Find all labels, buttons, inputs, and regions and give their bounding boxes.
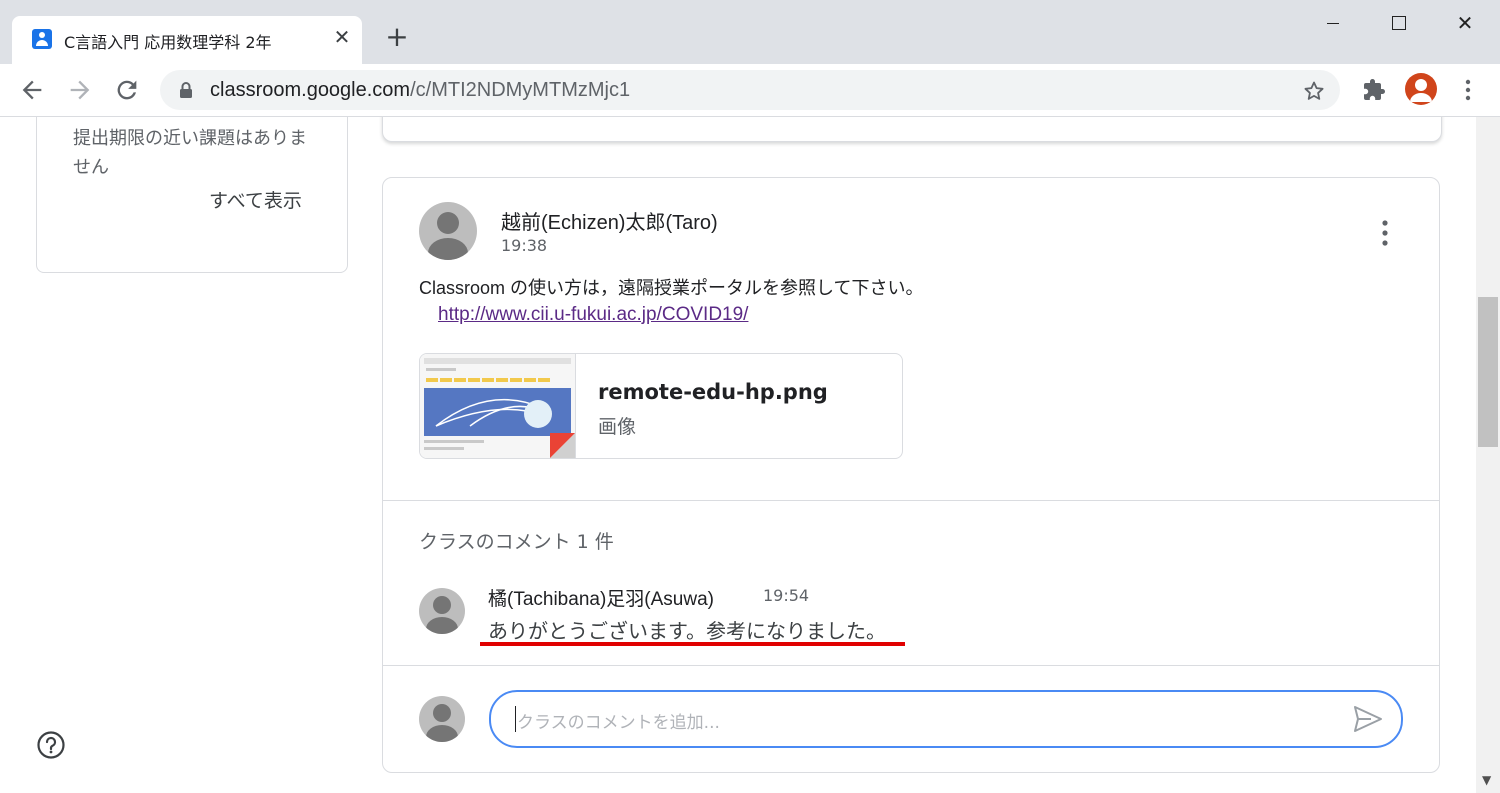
no-upcoming-message: 提出期限の近い課題はありません [73, 128, 307, 178]
attachment-type: 画像 [598, 416, 637, 438]
tab-title: C言語入門 応用数理学科 2年 [64, 33, 272, 52]
profile-avatar-icon[interactable] [1405, 73, 1437, 105]
page-content: 提出期限の近い課題はありません すべて表示 越前(Echizen)太郎(Taro… [0, 117, 1476, 793]
minimize-window-button[interactable] [1313, 8, 1353, 38]
post-link[interactable]: http://www.cii.u-fukui.ac.jp/COVID19/ [438, 304, 748, 326]
comment-text: ありがとうございます。参考になりました。 [488, 619, 886, 643]
close-window-button[interactable]: ✕ [1445, 8, 1485, 38]
send-icon[interactable] [1353, 705, 1383, 733]
comment-time: 19:54 [763, 586, 810, 605]
post-time: 19:38 [501, 236, 548, 255]
help-icon[interactable] [36, 730, 66, 760]
browser-menu-icon[interactable] [1458, 78, 1478, 102]
post-author: 越前(Echizen)太郎(Taro) [501, 212, 718, 234]
reload-icon[interactable] [113, 76, 141, 104]
address-bar[interactable]: classroom.google.com/c/MTI2NDMyMTMzMjc1 [160, 70, 1340, 110]
browser-toolbar: classroom.google.com/c/MTI2NDMyMTMzMjc1 [0, 64, 1500, 117]
stream-post-card: 越前(Echizen)太郎(Taro) 19:38 Classroom の使い方… [382, 177, 1440, 773]
lock-icon[interactable] [178, 81, 194, 99]
scroll-down-arrow-icon[interactable]: ▼ [1482, 773, 1491, 787]
commenter-avatar [419, 588, 465, 634]
browser-titlebar: C言語入門 応用数理学科 2年 ✕ + ✕ [0, 0, 1500, 64]
text-caret [515, 706, 516, 732]
url-text[interactable]: classroom.google.com/c/MTI2NDMyMTMzMjc1 [210, 79, 630, 102]
comment-input-placeholder: クラスのコメントを追加... [517, 713, 720, 733]
input-divider [383, 665, 1439, 666]
previous-post-card [382, 117, 1442, 142]
class-comment-input[interactable]: クラスのコメントを追加... [489, 690, 1403, 748]
comments-divider [383, 500, 1439, 501]
page-scrollbar[interactable]: ▼ [1476, 117, 1500, 793]
new-tab-button[interactable]: + [382, 22, 412, 52]
maximize-window-button[interactable] [1378, 8, 1418, 38]
post-body: Classroom の使い方は，遠隔授業ポータルを参照して下さい。 [419, 278, 924, 298]
current-user-avatar [419, 696, 465, 742]
highlight-underline [480, 642, 905, 646]
comment-author: 橘(Tachibana)足羽(Asuwa) [488, 589, 714, 610]
browser-tab[interactable]: C言語入門 応用数理学科 2年 ✕ [12, 16, 362, 64]
attachment-thumbnail [420, 354, 576, 458]
upcoming-assignments-card: 提出期限の近い課題はありません すべて表示 [36, 117, 348, 273]
class-comments-count[interactable]: クラスのコメント 1 件 [419, 527, 614, 554]
forward-arrow-icon[interactable] [66, 76, 94, 104]
back-arrow-icon[interactable] [18, 76, 46, 104]
attachment-card[interactable]: remote-edu-hp.png 画像 [419, 353, 903, 459]
view-all-link[interactable]: すべて表示 [209, 186, 302, 213]
tab-close-icon[interactable]: ✕ [330, 25, 354, 49]
post-options-icon[interactable] [1373, 218, 1397, 248]
extensions-puzzle-icon[interactable] [1362, 78, 1386, 102]
scrollbar-thumb[interactable] [1478, 297, 1498, 447]
bookmark-star-icon[interactable] [1302, 79, 1326, 103]
classroom-favicon-icon [32, 29, 52, 49]
attachment-name: remote-edu-hp.png [598, 380, 828, 404]
author-avatar [419, 202, 477, 260]
